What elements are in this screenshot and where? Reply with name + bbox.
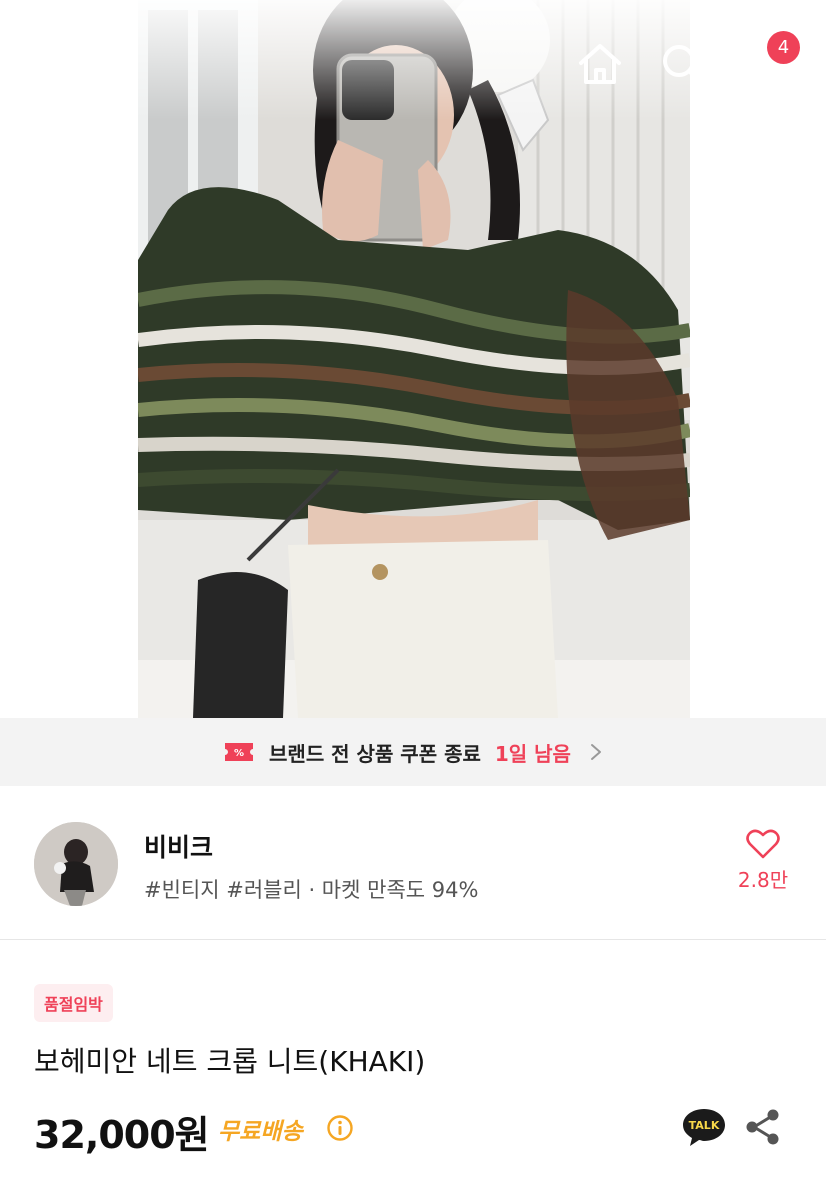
home-icon	[579, 44, 621, 84]
avatar-image	[34, 822, 118, 906]
back-button[interactable]	[30, 38, 86, 94]
coupon-icon: %	[225, 743, 254, 761]
svg-text:TALK: TALK	[689, 1119, 720, 1132]
search-icon	[663, 45, 702, 84]
shop-info[interactable]: 비비크 #빈티지 #러블리 · 마켓 만족도 94% 2.8만	[0, 786, 826, 940]
home-button[interactable]	[572, 36, 628, 92]
cart-count-badge: 4	[767, 31, 800, 64]
svg-text:%: %	[234, 748, 244, 759]
coupon-banner[interactable]: % 브랜드 전 상품 쿠폰 종료 1일 남음	[0, 718, 826, 786]
info-icon[interactable]	[326, 1114, 354, 1142]
heart-icon	[746, 829, 780, 859]
sold-out-soon-badge: 품절임박	[34, 984, 113, 1022]
shop-avatar[interactable]	[34, 822, 118, 906]
product-image-area	[0, 0, 826, 718]
coupon-remaining: 1일 남음	[494, 741, 571, 766]
shop-tags: #빈티지 #러블리 · 마켓 만족도 94%	[144, 878, 479, 902]
product-price: 32,000원	[34, 1113, 210, 1157]
chevron-right-icon	[590, 744, 601, 760]
shop-name[interactable]: 비비크	[144, 828, 213, 864]
chevron-left-icon	[47, 46, 69, 86]
coupon-text: 브랜드 전 상품 쿠폰 종료	[269, 741, 481, 766]
search-button[interactable]	[654, 36, 710, 92]
favorite-count: 2.8만	[737, 868, 789, 892]
kakao-talk-icon[interactable]: TALK	[681, 1106, 727, 1148]
shipping-label: 무료배송	[218, 1119, 303, 1145]
product-title: 보헤미안 네트 크롭 니트(KHAKI)	[34, 1045, 426, 1078]
favorite-button[interactable]: 2.8만	[724, 828, 802, 900]
share-icon[interactable]	[742, 1106, 782, 1148]
